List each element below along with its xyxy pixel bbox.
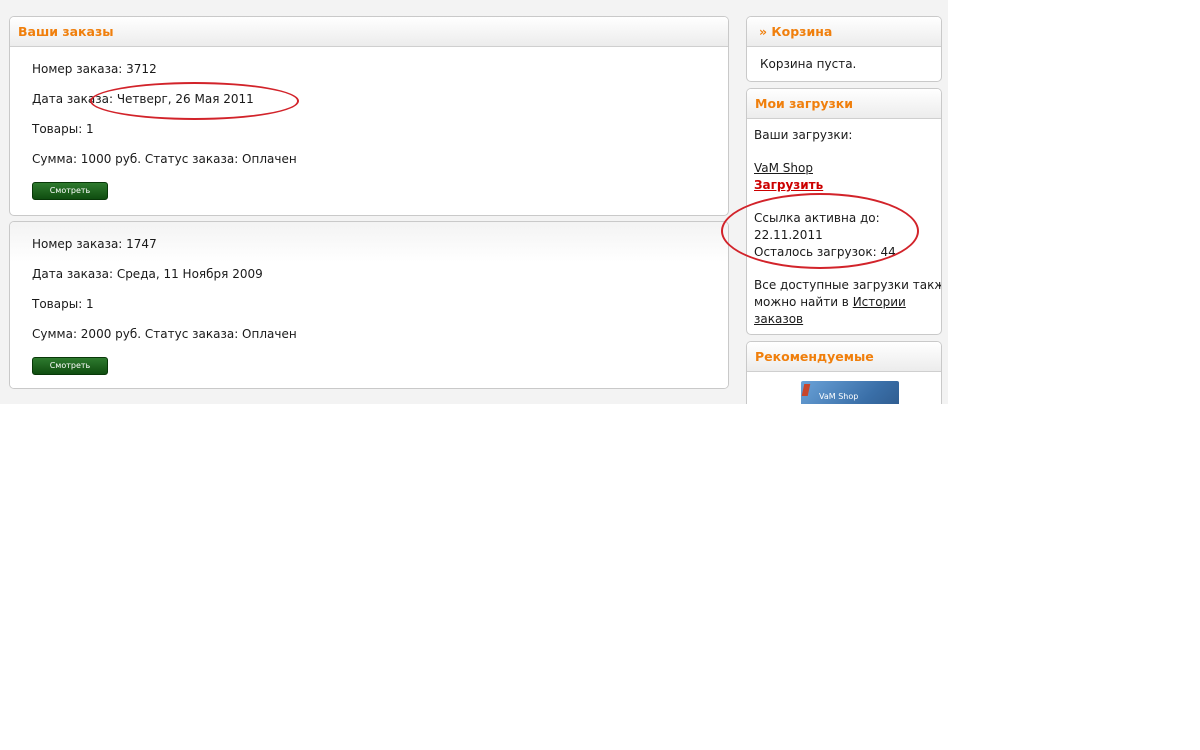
- product-image-caption: VaM Shop: [819, 392, 859, 401]
- downloads-note-line1: Все доступные загрузки также: [754, 278, 942, 292]
- order-history-link-continued[interactable]: заказов: [754, 312, 803, 326]
- order-items: Товары: 1: [32, 297, 94, 311]
- order-history-link[interactable]: Истории: [853, 295, 906, 309]
- download-link[interactable]: Загрузить: [754, 178, 823, 192]
- page-area: Ваши заказы Номер заказа: 3712 Дата зака…: [0, 0, 948, 404]
- order-sum-status: Сумма: 1000 руб. Статус заказа: Оплачен: [32, 152, 297, 166]
- product-download-link[interactable]: VaM Shop: [754, 161, 813, 175]
- link-active-until-date: 22.11.2011: [754, 228, 823, 242]
- brand-logo-icon: [801, 384, 811, 396]
- order-date: Дата заказа: Четверг, 26 Мая 2011: [32, 92, 254, 106]
- orders-panel-title: Ваши заказы: [10, 17, 728, 47]
- order-number: Номер заказа: 3712: [32, 62, 157, 76]
- order-sum-status: Сумма: 2000 руб. Статус заказа: Оплачен: [32, 327, 297, 341]
- downloads-box: Мои загрузки Ваши загрузки: VaM Shop Заг…: [746, 88, 942, 335]
- product-image[interactable]: VaM Shop: [801, 381, 899, 404]
- recommended-box: Рекомендуемые VaM Shop: [746, 341, 942, 404]
- cart-box: » Корзина Корзина пуста.: [746, 16, 942, 82]
- downloads-note-prefix: можно найти в: [754, 295, 853, 309]
- remaining-downloads: Осталось загрузок: 44: [754, 245, 896, 259]
- downloads-note-line2: можно найти в Истории: [754, 295, 906, 309]
- cart-title[interactable]: » Корзина: [747, 17, 941, 47]
- view-order-button[interactable]: Смотреть: [32, 182, 108, 200]
- cart-empty-text: Корзина пуста.: [760, 57, 857, 71]
- order-date: Дата заказа: Среда, 11 Ноября 2009: [32, 267, 263, 281]
- orders-panel: Ваши заказы Номер заказа: 3712 Дата зака…: [9, 16, 729, 216]
- order-card-2: Номер заказа: 1747 Дата заказа: Среда, 1…: [9, 221, 729, 389]
- recommended-title: Рекомендуемые: [747, 342, 941, 372]
- your-downloads-label: Ваши загрузки:: [754, 128, 853, 142]
- downloads-title: Мои загрузки: [747, 89, 941, 119]
- view-order-button[interactable]: Смотреть: [32, 357, 108, 375]
- link-active-until-label: Ссылка активна до:: [754, 211, 880, 225]
- order-items: Товары: 1: [32, 122, 94, 136]
- order-number: Номер заказа: 1747: [32, 237, 157, 251]
